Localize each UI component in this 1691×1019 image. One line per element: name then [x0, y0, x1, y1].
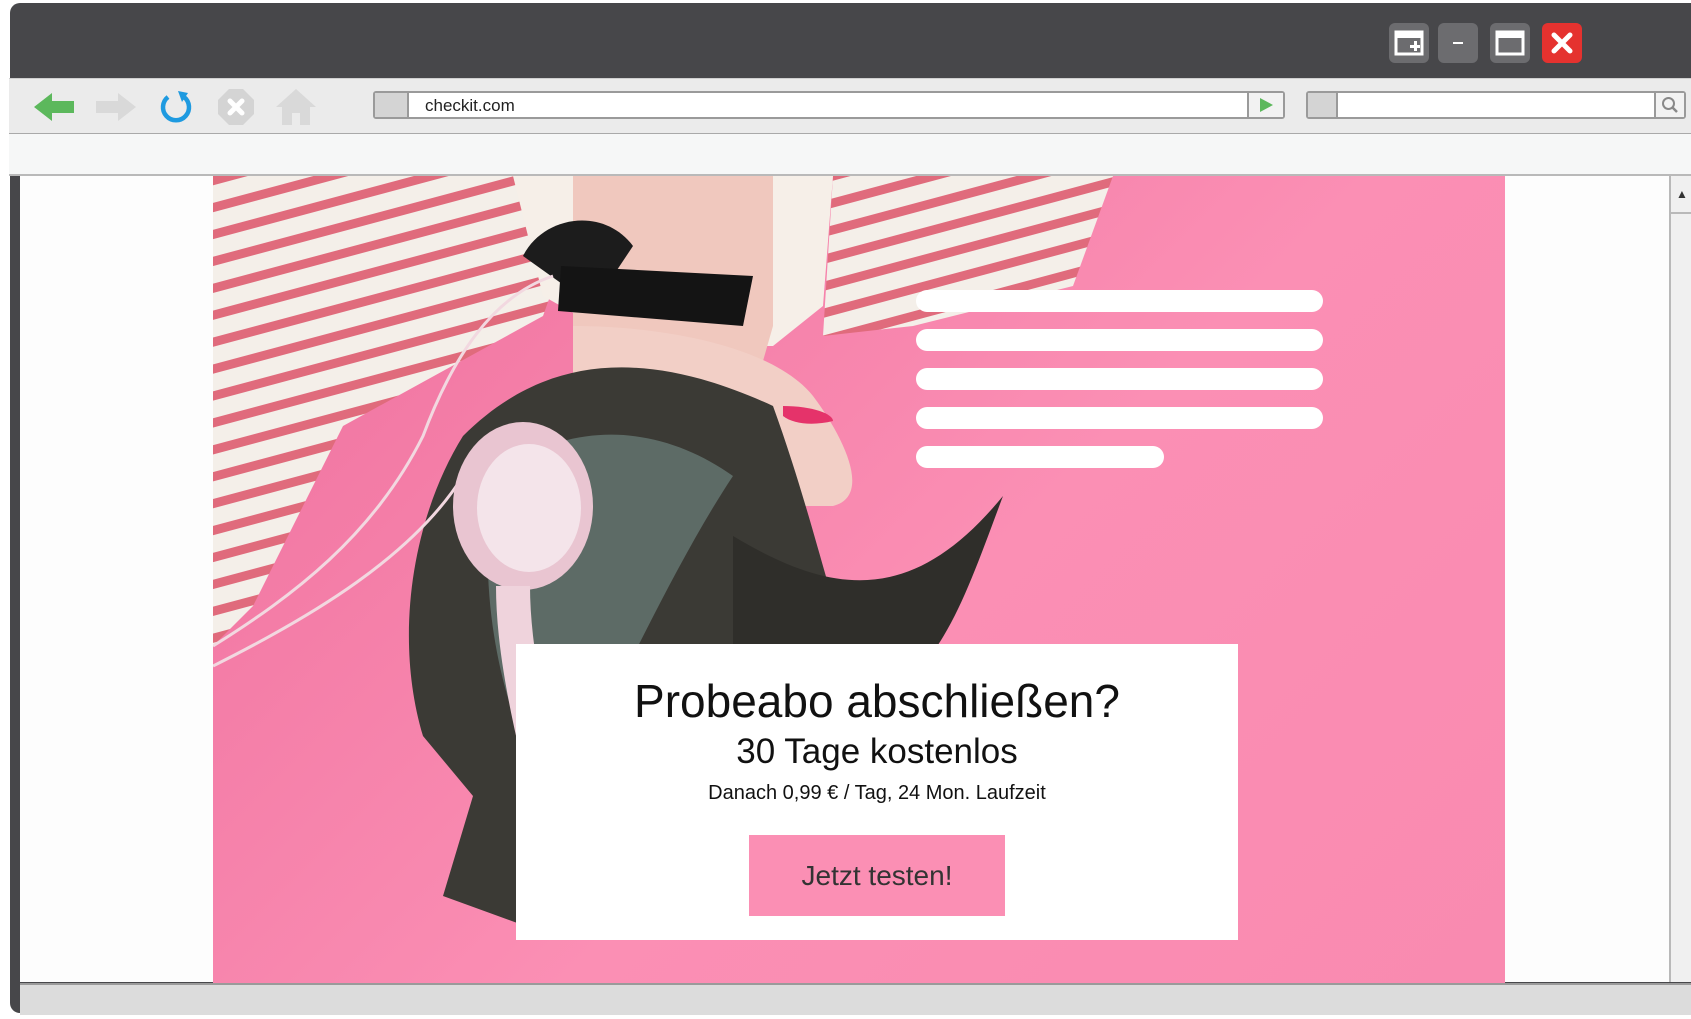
vertical-scrollbar[interactable]: ▲: [1669, 176, 1691, 982]
title-bar: [10, 3, 1691, 81]
placeholder-text-line: [916, 446, 1164, 468]
placeholder-text-line: [916, 368, 1323, 390]
minimize-icon[interactable]: [1438, 23, 1478, 63]
bookmarks-bar: [9, 134, 1691, 176]
refresh-icon[interactable]: [153, 87, 199, 127]
restore-window-icon[interactable]: [1389, 23, 1429, 63]
go-arrow-icon[interactable]: [1247, 93, 1283, 117]
browser-toolbar: checkit.com: [9, 78, 1691, 135]
stop-icon[interactable]: [213, 87, 259, 127]
back-arrow-icon[interactable]: [31, 87, 77, 127]
close-icon[interactable]: [1542, 23, 1582, 63]
placeholder-text-line: [916, 329, 1323, 351]
maximize-icon[interactable]: [1490, 23, 1530, 63]
home-icon[interactable]: [273, 87, 319, 127]
address-bar[interactable]: checkit.com: [373, 91, 1285, 119]
site-info-icon[interactable]: [375, 93, 409, 117]
url-text[interactable]: checkit.com: [425, 95, 515, 117]
search-icon[interactable]: [1654, 93, 1684, 117]
placeholder-text-line: [916, 407, 1323, 429]
forward-arrow-icon[interactable]: [93, 87, 139, 127]
offer-title: Probeabo abschließen?: [634, 675, 1120, 727]
offer-box: Probeabo abschließen? 30 Tage kostenlos …: [516, 644, 1238, 940]
horizontal-scrollbar[interactable]: [20, 983, 1691, 1015]
offer-subtitle: 30 Tage kostenlos: [736, 732, 1018, 771]
scroll-up-arrow-icon[interactable]: ▲: [1671, 176, 1691, 214]
placeholder-text-line: [916, 290, 1323, 312]
search-bar[interactable]: [1306, 91, 1686, 119]
search-input[interactable]: [1344, 93, 1648, 119]
search-engine-icon[interactable]: [1308, 93, 1338, 117]
offer-price-note: Danach 0,99 € / Tag, 24 Mon. Laufzeit: [708, 782, 1046, 804]
try-now-button[interactable]: Jetzt testen!: [749, 835, 1005, 916]
